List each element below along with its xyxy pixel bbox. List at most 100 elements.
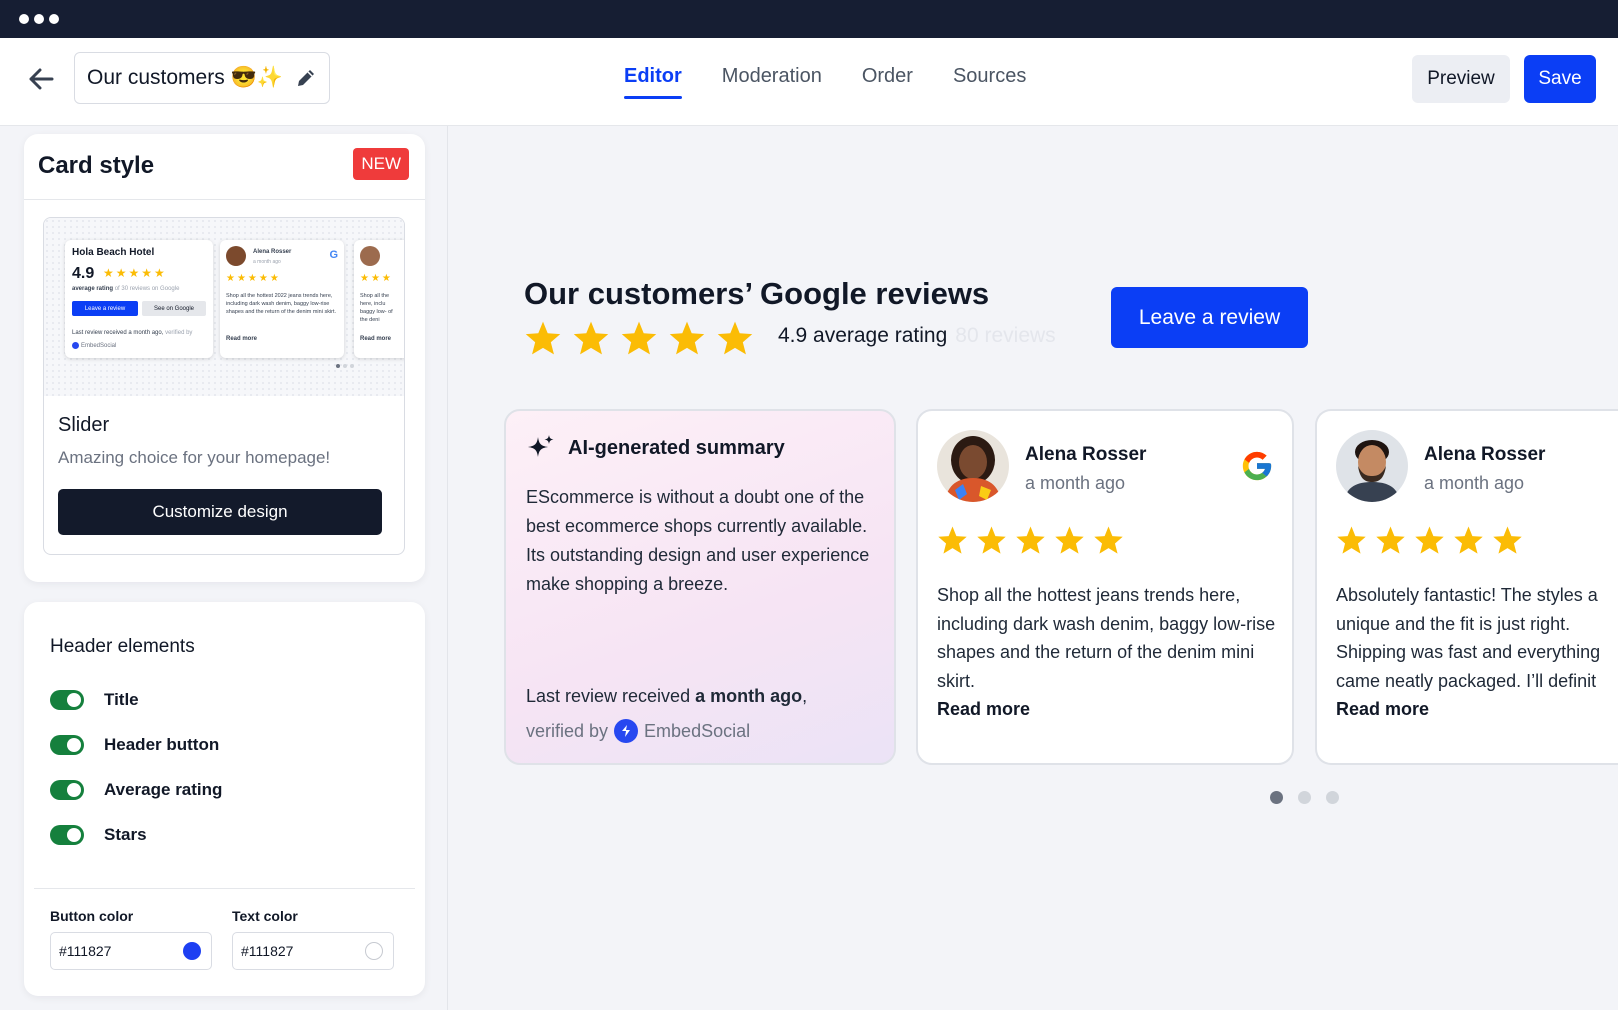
sparkle-icon [528, 435, 554, 457]
back-arrow-icon[interactable] [24, 62, 58, 96]
window-titlebar [0, 0, 1618, 38]
card-style-panel: Card style NEW Hola Beach Hotel 4.9 ★★★★… [24, 134, 425, 582]
pager-dot-3[interactable] [1326, 791, 1339, 804]
review-stars [937, 525, 1124, 555]
text-color-input[interactable]: #111827 [232, 932, 394, 970]
review-text: Shop all the hottest jeans trends here, … [937, 585, 1276, 691]
stars-toggle[interactable] [50, 825, 84, 845]
ai-verified-by: verified by EmbedSocial [526, 719, 750, 743]
ai-summary-header: AI-generated summary [526, 433, 785, 463]
reviewer-avatar [1336, 430, 1408, 502]
widget-name-text: Our customers 😎✨ [87, 66, 283, 89]
review-card: Alena Rosser a month ago Absolutely fant… [1315, 409, 1618, 765]
review-stars [1336, 525, 1523, 555]
embedsocial-brand: EmbedSocial [644, 720, 751, 741]
thumb-avatar-2 [360, 246, 380, 266]
header-elements-panel: Header elements Title Header button Aver… [24, 602, 425, 996]
ai-summary-card: AI-generated summary EScommerce is witho… [504, 409, 896, 765]
tab-editor[interactable]: Editor [624, 38, 682, 126]
header-elements-heading: Header elements [50, 636, 195, 657]
read-more-link[interactable]: Read more [937, 699, 1030, 720]
thumb-reviewer: Alena Rosser [253, 249, 292, 255]
star-icon [977, 526, 1006, 554]
star-icon [573, 321, 609, 355]
editor-topbar: Our customers 😎✨ Editor Moderation Order… [0, 38, 1618, 126]
preview-button[interactable]: Preview [1412, 55, 1510, 103]
tab-sources[interactable]: Sources [953, 38, 1026, 126]
star-icon [1415, 526, 1444, 554]
thumb-header-card: Hola Beach Hotel 4.9 ★★★★★ average ratin… [65, 240, 213, 358]
toggle-label-average-rating: Average rating [104, 780, 223, 799]
widget-stars [524, 320, 754, 356]
text-color-swatch[interactable] [365, 942, 383, 960]
thumb-read-more-2: Read more [360, 336, 392, 342]
thumb-pager [336, 364, 354, 368]
card-style-heading: Card style [38, 152, 155, 179]
thumb-review-stars-2-icon: ★★★ [360, 273, 393, 284]
reviewer-avatar [937, 430, 1009, 502]
widget-name-field[interactable]: Our customers 😎✨ [74, 52, 330, 104]
pager-dot-1[interactable] [1270, 791, 1283, 804]
reviews-count: 80 reviews [955, 324, 1056, 347]
style-description: Amazing choice for your homepage! [58, 448, 331, 467]
leave-review-button[interactable]: Leave a review [1111, 287, 1308, 348]
new-badge: NEW [353, 148, 409, 180]
review-text: Absolutely fantastic! The styles a uniqu… [1336, 585, 1601, 691]
slider-thumbnail: Hola Beach Hotel 4.9 ★★★★★ average ratin… [44, 218, 404, 396]
toggle-label-header-button: Header button [104, 735, 220, 754]
average-rating-toggle[interactable] [50, 780, 84, 800]
edit-pencil-icon[interactable] [295, 67, 317, 94]
save-button[interactable]: Save [1524, 55, 1596, 103]
title-toggle[interactable] [50, 690, 84, 710]
thumb-review-text-2: Shop all the here, inclu baggy low- of t… [360, 293, 393, 323]
button-color-input[interactable]: #111827 [50, 932, 212, 970]
slider-pagination [1270, 791, 1339, 804]
reviewer-name: Alena Rosser [1025, 444, 1147, 465]
button-color-swatch[interactable] [183, 942, 201, 960]
card-style-header: Card style NEW [24, 134, 425, 200]
thumb-review-text: Shop all the hottest 2022 jeans trends h… [226, 293, 337, 315]
star-icon [669, 321, 705, 355]
star-icon [938, 526, 967, 554]
star-icon [1337, 526, 1366, 554]
star-icon [525, 321, 561, 355]
star-icon [1493, 526, 1522, 554]
review-time: a month ago [1424, 473, 1525, 493]
toggle-label-stars: Stars [104, 825, 147, 844]
button-color-value: #111827 [59, 943, 112, 959]
toggle-row-title: Title [50, 690, 139, 710]
thumb-review-card-partial: ★★★ Shop all the here, inclu baggy low- … [354, 240, 404, 358]
panel-divider [34, 888, 415, 889]
embedsocial-logo-icon [614, 719, 639, 743]
star-icon [717, 321, 753, 355]
reviewer-name: Alena Rosser [1424, 444, 1546, 465]
thumb-hotel-name: Hola Beach Hotel [72, 247, 155, 258]
thumb-leave-button: Leave a review [72, 301, 138, 316]
thumb-stars-icon: ★★★★★ [103, 266, 167, 280]
button-color-label: Button color [50, 908, 134, 924]
editor-tabs: Editor Moderation Order Sources [624, 38, 1026, 126]
review-card: Alena Rosser a month ago Shop all the ho… [916, 409, 1294, 765]
star-icon [1454, 526, 1483, 554]
thumb-review-stars-icon: ★★★★★ [226, 273, 281, 284]
customize-design-button[interactable]: Customize design [58, 489, 382, 535]
thumb-rating: 4.9 [72, 265, 95, 282]
read-more-link[interactable]: Read more [1336, 699, 1429, 720]
tab-moderation[interactable]: Moderation [722, 38, 822, 126]
thumb-read-more: Read more [226, 336, 258, 342]
toggle-row-average-rating: Average rating [50, 780, 222, 800]
thumb-see-button: See on Google [142, 301, 206, 316]
pager-dot-2[interactable] [1298, 791, 1311, 804]
settings-sidebar: Card style NEW Hola Beach Hotel 4.9 ★★★★… [0, 126, 448, 1010]
slider-style-option[interactable]: Hola Beach Hotel 4.9 ★★★★★ average ratin… [43, 217, 405, 555]
google-icon [1240, 449, 1274, 488]
thumb-reviewer-time: a month ago [253, 259, 281, 265]
ai-summary-body: EScommerce is without a doubt one of the… [526, 487, 870, 594]
toggle-row-stars: Stars [50, 825, 147, 845]
header-button-toggle[interactable] [50, 735, 84, 755]
thumb-brand: EmbedSocial [72, 342, 116, 349]
thumb-google-icon: G [329, 249, 338, 261]
average-rating-text: 4.9 average rating 80 reviews [778, 324, 1056, 347]
tab-order[interactable]: Order [862, 38, 913, 126]
window-dots [19, 14, 59, 24]
